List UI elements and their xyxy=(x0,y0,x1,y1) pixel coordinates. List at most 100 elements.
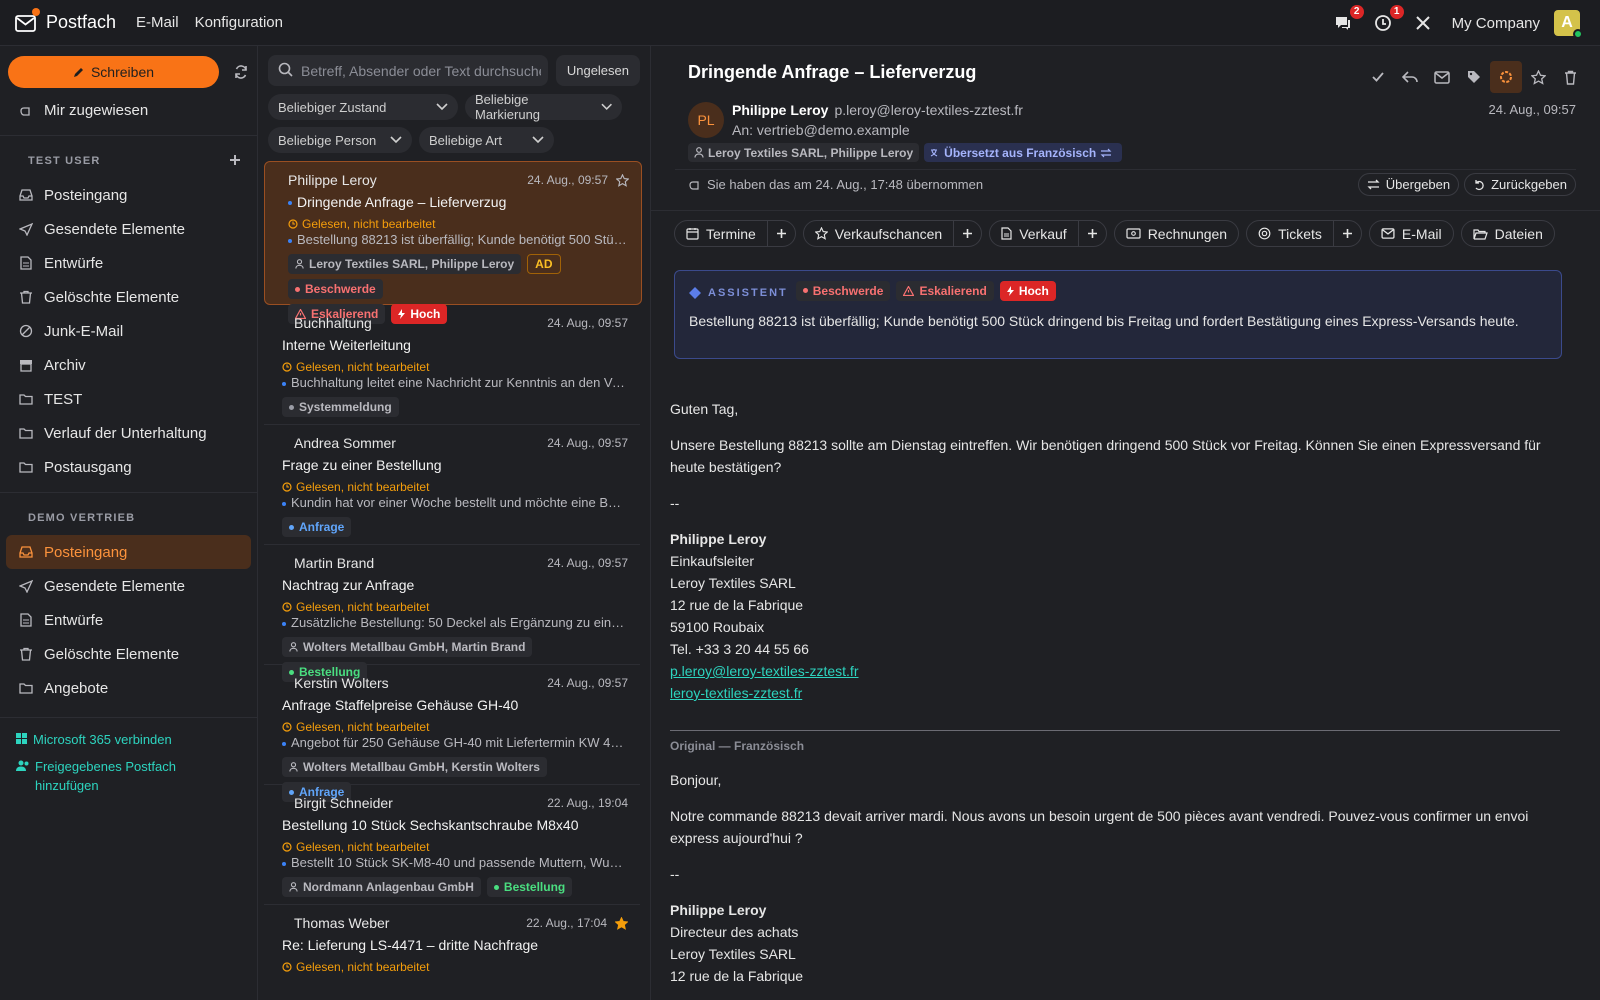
preview-text: Zusätzliche Bestellung: 50 Deckel als Er… xyxy=(291,615,628,630)
filter-label: Beliebige Art xyxy=(429,132,502,148)
message-list-item[interactable]: Andrea Sommer 24. Aug., 09:57 Frage zu ein… xyxy=(264,425,640,545)
sidebar-item-assigned[interactable]: Mir zugewiesen xyxy=(0,93,257,127)
chevron-down-icon xyxy=(390,136,402,144)
tab-opportunities-label[interactable]: Verkaufschancen xyxy=(804,221,953,246)
tab-tickets-label[interactable]: Tickets xyxy=(1247,221,1333,246)
message-list-item[interactable]: Buchhaltung 24. Aug., 09:57 Interne Weiter… xyxy=(264,305,640,425)
tab-appointments-label[interactable]: Termine xyxy=(675,221,767,246)
search-input[interactable] xyxy=(301,62,541,79)
contact-tag[interactable]: Wolters Metallbau GmbH, Kerstin Wolters xyxy=(282,757,547,777)
star-icon[interactable] xyxy=(1522,61,1554,93)
sidebar-folder[interactable]: Junk-E-Mail xyxy=(0,314,257,348)
message-chips: Leroy Textiles SARL, Philippe Leroy Über… xyxy=(688,143,1127,162)
hand-icon xyxy=(18,102,34,118)
body-dashes: -- xyxy=(670,495,680,511)
handover-button[interactable]: Übergeben xyxy=(1357,173,1460,196)
sender-address[interactable]: p.leroy@leroy-textiles-zztest.fr xyxy=(834,102,1022,118)
message-list-item[interactable]: Birgit Schneider 22. Aug., 19:04 Bestellun… xyxy=(264,785,640,905)
message-list-item[interactable]: Philippe Leroy 24. Aug., 09:57 Dringende A… xyxy=(264,161,642,324)
trash-icon[interactable] xyxy=(1554,61,1586,93)
add-icon[interactable] xyxy=(229,154,241,169)
add-icon[interactable] xyxy=(1077,221,1106,246)
bullet-dot xyxy=(282,381,286,386)
status-text: Gelesen, nicht bearbeitet xyxy=(296,479,430,494)
filter-type[interactable]: Beliebige Art xyxy=(419,127,554,153)
tag-label: Eskalierend xyxy=(919,283,987,298)
filter-person[interactable]: Beliebige Person xyxy=(268,127,412,153)
contact-tag[interactable]: Nordmann Anlagenbau GmbH xyxy=(282,877,481,897)
alerts-icon[interactable]: 1 xyxy=(1372,5,1404,34)
link-microsoft365[interactable]: Microsoft 365 verbinden xyxy=(0,730,257,749)
money-icon xyxy=(1126,228,1141,239)
sidebar-folder[interactable]: Angebote xyxy=(0,671,257,705)
date-text: 24. Aug., 09:57 xyxy=(547,556,628,570)
signature-line: 59100 Roubaix xyxy=(670,619,765,635)
add-icon[interactable] xyxy=(766,221,795,246)
alerts-badge: 1 xyxy=(1389,5,1404,19)
user-avatar[interactable]: A xyxy=(1554,10,1583,39)
envelope-icon[interactable] xyxy=(1426,61,1458,93)
contact-tag[interactable]: Leroy Textiles SARL, Philippe Leroy xyxy=(288,254,522,274)
refresh-icon[interactable] xyxy=(233,64,249,80)
chat-icon[interactable]: 2 xyxy=(1332,5,1364,34)
add-icon[interactable] xyxy=(953,221,981,246)
divider xyxy=(675,169,1576,170)
tools-icon[interactable] xyxy=(1412,12,1434,34)
status-text: Gelesen, nicht bearbeitet xyxy=(302,216,436,231)
sidebar-folder[interactable]: Entwürfe xyxy=(0,603,257,637)
signature: Philippe Leroy Einkaufsleiter Leroy Text… xyxy=(670,528,1558,704)
company-switcher[interactable]: My Company xyxy=(1452,15,1540,32)
sidebar-folder[interactable]: Gelöschte Elemente xyxy=(0,637,257,671)
sidebar-folder[interactable]: Gesendete Elemente xyxy=(0,569,257,603)
message-status: Gelesen, nicht bearbeitet xyxy=(288,215,629,232)
status-icon[interactable] xyxy=(1490,61,1522,93)
divider xyxy=(0,717,257,718)
message-sender: Martin Brand xyxy=(294,555,375,571)
contact-chip[interactable]: Leroy Textiles SARL, Philippe Leroy xyxy=(688,143,920,162)
link-shared-mailbox[interactable]: Freigegebenes Postfach hinzufügen xyxy=(0,757,200,795)
signature-web-link[interactable]: leroy-textiles-zztest.fr xyxy=(670,685,802,701)
message-list-item[interactable]: Thomas Weber 22. Aug., 17:04 Re: Lieferung… xyxy=(264,905,640,1000)
bullet-dot xyxy=(282,501,286,506)
status-text: Gelesen, nicht bearbeitet xyxy=(296,839,430,854)
signature-line: 12 rue de la Fabrique xyxy=(670,597,804,613)
sidebar-folder[interactable]: Posteingang xyxy=(6,535,251,569)
message-list-item[interactable]: Kerstin Wolters 24. Aug., 09:57 Anfrage St… xyxy=(264,665,640,802)
tab-files-label[interactable]: Dateien xyxy=(1462,221,1554,246)
brand[interactable]: Postfach xyxy=(14,7,116,35)
sidebar-folder[interactable]: Gesendete Elemente xyxy=(0,212,257,246)
tag-icon[interactable] xyxy=(1458,61,1490,93)
tab-sales-label[interactable]: Verkauf xyxy=(990,221,1077,246)
sidebar-folder[interactable]: Posteingang xyxy=(0,178,257,212)
compose-button[interactable]: Schreiben xyxy=(8,56,219,88)
filter-flag[interactable]: Beliebige Markierung xyxy=(465,92,622,122)
tab-label: Tickets xyxy=(1278,225,1322,242)
tab-invoices: Rechnungen xyxy=(1113,220,1240,247)
message-list-item[interactable]: Martin Brand 24. Aug., 09:57 Nachtrag zur … xyxy=(264,545,640,682)
sidebar-folder[interactable]: Archiv xyxy=(0,348,257,382)
sidebar-folder[interactable]: Verlauf der Unterhaltung xyxy=(0,416,257,450)
sender-name[interactable]: Philippe Leroy xyxy=(732,102,828,118)
clock-icon xyxy=(282,361,292,372)
translated-chip[interactable]: Übersetzt aus Französisch xyxy=(924,143,1123,162)
nav-configuration[interactable]: Konfiguration xyxy=(195,14,283,31)
message-sender: Andrea Sommer xyxy=(294,435,396,451)
filter-state[interactable]: Beliebiger Zustand xyxy=(268,94,458,120)
unread-filter-button[interactable]: Ungelesen xyxy=(555,55,640,86)
return-button[interactable]: Zurückgeben xyxy=(1464,173,1576,196)
nav-email[interactable]: E-Mail xyxy=(136,14,179,31)
contact-tag[interactable]: Wolters Metallbau GmbH, Martin Brand xyxy=(282,637,533,657)
sidebar-item-label: Mir zugewiesen xyxy=(44,101,149,119)
tab-invoices-label[interactable]: Rechnungen xyxy=(1115,221,1238,246)
signature-email-link[interactable]: p.leroy@leroy-textiles-zztest.fr xyxy=(670,663,858,679)
sidebar-folder[interactable]: Gelöschte Elemente xyxy=(0,280,257,314)
sidebar-folder[interactable]: Entwürfe xyxy=(0,246,257,280)
subject-text: Interne Weiterleitung xyxy=(282,337,411,353)
related-tabs: Termine Verkaufschancen Verkauf Rechnung… xyxy=(674,220,1562,247)
reply-icon[interactable] xyxy=(1394,61,1426,93)
tab-email-label[interactable]: E-Mail xyxy=(1370,221,1453,246)
check-icon[interactable] xyxy=(1362,61,1394,93)
sidebar-folder[interactable]: Postausgang xyxy=(0,450,257,484)
sidebar-folder[interactable]: TEST xyxy=(0,382,257,416)
add-icon[interactable] xyxy=(1332,221,1361,246)
